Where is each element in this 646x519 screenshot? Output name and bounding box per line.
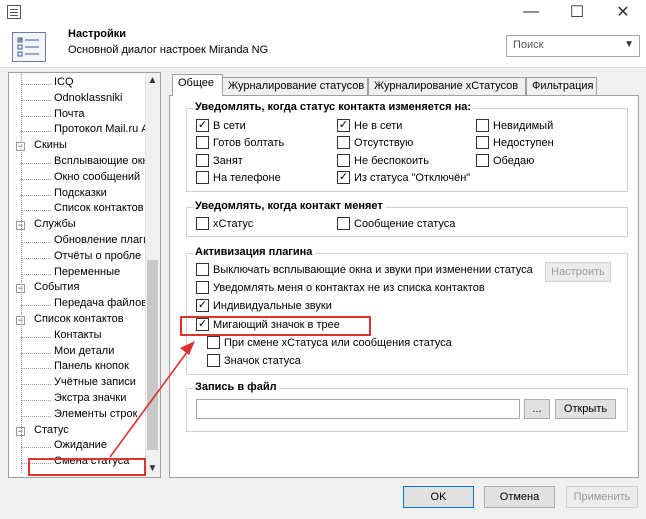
annotation-arrow: [109, 341, 195, 458]
arrow-head-icon: [180, 341, 195, 355]
tab-general[interactable]: Общее: [172, 74, 223, 96]
apply-button[interactable]: Применить: [566, 486, 638, 508]
ok-button[interactable]: OK: [403, 486, 474, 508]
cancel-button[interactable]: Отмена: [484, 486, 555, 508]
